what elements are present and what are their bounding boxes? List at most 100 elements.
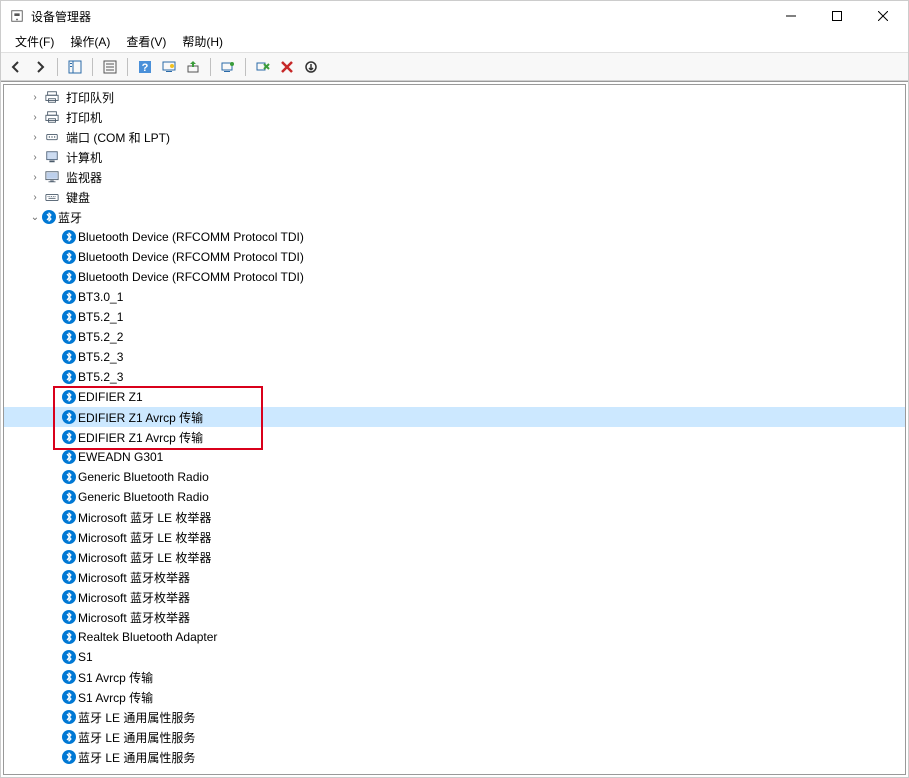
bt-device-item[interactable]: ›BT3.0_1 <box>4 287 905 307</box>
bluetooth-icon <box>62 350 76 364</box>
node-label: 端口 (COM 和 LPT) <box>64 128 172 147</box>
bt-device-item[interactable]: ›BT5.2_3 <box>4 367 905 387</box>
device-tree-panel[interactable]: ›打印队列›打印机›端口 (COM 和 LPT)›计算机›监视器›键盘⌄蓝牙›B… <box>3 84 906 775</box>
bt-device-item[interactable]: ›EWEADN G301 <box>4 447 905 467</box>
bluetooth-icon <box>62 430 76 444</box>
device-manager-window: 设备管理器 文件(F) 操作(A) 查看(V) 帮助(H) <box>0 0 909 778</box>
bluetooth-icon <box>62 650 76 664</box>
update-driver-button[interactable] <box>182 56 204 78</box>
bt-device-item[interactable]: ›蓝牙 LE 通用属性服务 <box>4 747 905 767</box>
printer-icon <box>44 89 60 105</box>
menu-file[interactable]: 文件(F) <box>7 31 62 52</box>
bt-device-item[interactable]: ›S1 Avrcp 传输 <box>4 667 905 687</box>
maximize-button[interactable] <box>814 1 860 31</box>
category-monitor[interactable]: › 监视器 <box>4 167 905 187</box>
monitor-icon <box>44 169 60 185</box>
window-controls <box>768 1 906 31</box>
bt-device-item[interactable]: ›Microsoft 蓝牙 LE 枚举器 <box>4 547 905 567</box>
chevron-right-icon[interactable]: › <box>28 190 42 204</box>
node-label: Microsoft 蓝牙 LE 枚举器 <box>76 528 213 547</box>
node-label: BT5.2_3 <box>76 369 125 385</box>
chevron-right-icon[interactable]: › <box>28 110 42 124</box>
bluetooth-icon <box>62 590 76 604</box>
bt-device-item[interactable]: ›EDIFIER Z1 Avrcp 传输 <box>4 427 905 447</box>
delete-button[interactable] <box>276 56 298 78</box>
bt-device-item[interactable]: ›BT5.2_3 <box>4 347 905 367</box>
node-label: BT5.2_1 <box>76 309 125 325</box>
bt-device-item[interactable]: ›Microsoft 蓝牙 LE 枚举器 <box>4 527 905 547</box>
node-label: Microsoft 蓝牙枚举器 <box>76 568 192 587</box>
node-label: 打印队列 <box>64 88 116 107</box>
menu-action[interactable]: 操作(A) <box>62 31 118 52</box>
bt-device-item[interactable]: ›EDIFIER Z1 Avrcp 传输 <box>4 407 905 427</box>
help-button[interactable]: ? <box>134 56 156 78</box>
show-hide-tree-button[interactable] <box>64 56 86 78</box>
node-label: 监视器 <box>64 168 104 187</box>
category-port[interactable]: › 端口 (COM 和 LPT) <box>4 127 905 147</box>
scan-hardware-button[interactable] <box>158 56 180 78</box>
chevron-right-icon[interactable]: › <box>28 150 42 164</box>
bt-device-item[interactable]: ›Generic Bluetooth Radio <box>4 487 905 507</box>
node-label: BT5.2_2 <box>76 329 125 345</box>
bt-device-item[interactable]: ›Microsoft 蓝牙 LE 枚举器 <box>4 507 905 527</box>
node-label: 计算机 <box>64 148 104 167</box>
titlebar: 设备管理器 <box>1 1 908 31</box>
chevron-right-icon[interactable]: › <box>28 90 42 104</box>
chevron-right-icon[interactable]: › <box>28 130 42 144</box>
menu-view[interactable]: 查看(V) <box>118 31 174 52</box>
node-label: 蓝牙 LE 通用属性服务 <box>76 708 197 727</box>
bt-device-item[interactable]: ›Bluetooth Device (RFCOMM Protocol TDI) <box>4 227 905 247</box>
bt-device-item[interactable]: ›蓝牙 LE 通用属性服务 <box>4 707 905 727</box>
category-printer[interactable]: ›打印机 <box>4 107 905 127</box>
bt-device-item[interactable]: ›Microsoft 蓝牙枚举器 <box>4 607 905 627</box>
toolbar-separator <box>127 58 128 76</box>
node-label: Microsoft 蓝牙枚举器 <box>76 588 192 607</box>
bt-device-item[interactable]: ›Generic Bluetooth Radio <box>4 467 905 487</box>
category-bluetooth[interactable]: ⌄ 蓝牙 <box>4 207 905 227</box>
bt-device-item[interactable]: ›Bluetooth Device (RFCOMM Protocol TDI) <box>4 267 905 287</box>
node-label: 蓝牙 <box>56 208 84 227</box>
toolbar-separator <box>92 58 93 76</box>
node-label: BT5.2_3 <box>76 349 125 365</box>
scan-changes-button[interactable] <box>300 56 322 78</box>
node-label: BT3.0_1 <box>76 289 125 305</box>
node-label: 蓝牙 LE 通用属性服务 <box>76 728 197 747</box>
bt-device-item[interactable]: ›Realtek Bluetooth Adapter <box>4 627 905 647</box>
bt-device-item[interactable]: ›蓝牙 LE 通用属性服务 <box>4 727 905 747</box>
bt-device-item[interactable]: ›Bluetooth Device (RFCOMM Protocol TDI) <box>4 247 905 267</box>
category-keyboard[interactable]: ›键盘 <box>4 187 905 207</box>
bluetooth-icon <box>42 210 56 224</box>
bt-device-item[interactable]: ›BT5.2_1 <box>4 307 905 327</box>
bluetooth-icon <box>62 330 76 344</box>
uninstall-device-button[interactable] <box>252 56 274 78</box>
node-label: Bluetooth Device (RFCOMM Protocol TDI) <box>76 229 306 245</box>
category-pc[interactable]: › 计算机 <box>4 147 905 167</box>
properties-button[interactable] <box>99 56 121 78</box>
bt-device-item[interactable]: ›Microsoft 蓝牙枚举器 <box>4 567 905 587</box>
bt-device-item[interactable]: ›S1 Avrcp 传输 <box>4 687 905 707</box>
bluetooth-icon <box>62 470 76 484</box>
enable-device-button[interactable] <box>217 56 239 78</box>
bt-device-item[interactable]: ›EDIFIER Z1 <box>4 387 905 407</box>
forward-button[interactable] <box>29 56 51 78</box>
chevron-down-icon[interactable]: ⌄ <box>28 210 42 224</box>
bt-device-item[interactable]: ›S1 <box>4 647 905 667</box>
toolbar: ? <box>1 53 908 81</box>
close-button[interactable] <box>860 1 906 31</box>
bt-device-item[interactable]: ›Microsoft 蓝牙枚举器 <box>4 587 905 607</box>
category-printer[interactable]: › 打印队列 <box>4 87 905 107</box>
node-label: S1 Avrcp 传输 <box>76 668 155 687</box>
bluetooth-icon <box>62 370 76 384</box>
node-label: Bluetooth Device (RFCOMM Protocol TDI) <box>76 269 306 285</box>
node-label: Generic Bluetooth Radio <box>76 489 211 505</box>
bluetooth-icon <box>62 450 76 464</box>
bt-device-item[interactable]: ›BT5.2_2 <box>4 327 905 347</box>
node-label: Realtek Bluetooth Adapter <box>76 629 219 645</box>
menu-help[interactable]: 帮助(H) <box>174 31 231 52</box>
node-label: EDIFIER Z1 Avrcp 传输 <box>76 428 205 447</box>
bluetooth-icon <box>62 570 76 584</box>
minimize-button[interactable] <box>768 1 814 31</box>
bluetooth-icon <box>62 550 76 564</box>
chevron-right-icon[interactable]: › <box>28 170 42 184</box>
back-button[interactable] <box>5 56 27 78</box>
